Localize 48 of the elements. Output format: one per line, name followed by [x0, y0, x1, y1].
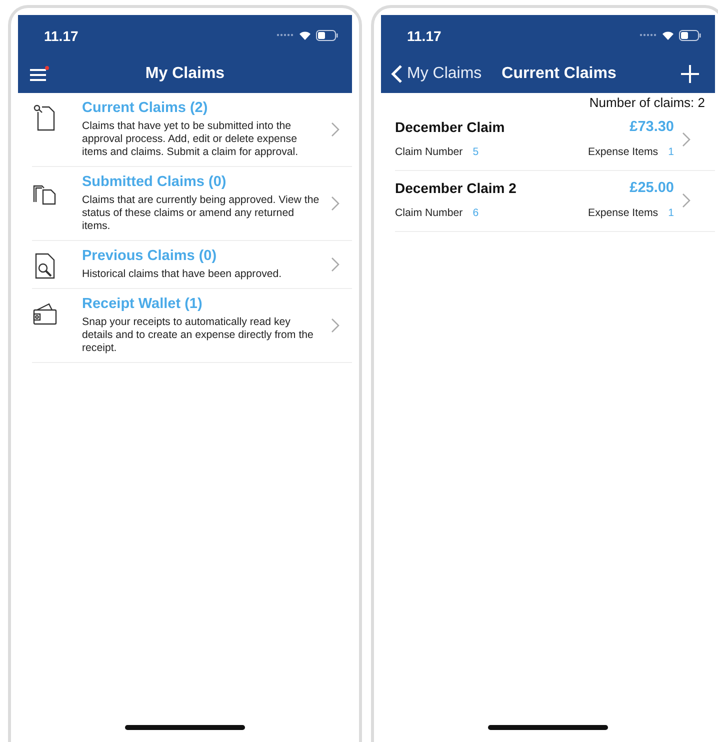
battery-icon — [316, 30, 338, 40]
claim-amount: £73.30 — [630, 119, 674, 135]
back-button[interactable]: My Claims — [391, 64, 482, 84]
item-description: Historical claims that have been approved. — [82, 268, 283, 281]
claim-number: 5 — [472, 146, 479, 158]
claim-row[interactable]: December Claim 2 £25.00 Claim Number 6 Expense Items 1 — [395, 171, 715, 232]
menu-item[interactable]: Previous Claims (0) Historical claims that have been approved. — [32, 241, 352, 289]
signal-icon — [639, 33, 657, 37]
chevron-icon — [682, 192, 691, 208]
wifi-icon — [299, 30, 311, 40]
expense-items-label: Expense Items — [588, 146, 658, 158]
screen-title: My Claims — [144, 65, 226, 83]
plus-icon — [681, 65, 699, 83]
chevron-icon — [331, 196, 340, 211]
item-description: Claims that have yet to be submitted into the approval process. Add, edit or delete expense items and claims. Submit a claim for approval. — [82, 120, 300, 159]
claim-number-label: Claim Number — [395, 146, 463, 158]
chevron-icon — [682, 132, 691, 146]
menu-item[interactable]: Receipt Wallet (1) Snap your receipts to automatically read key details and to create an expense directly from the receipt. — [32, 289, 352, 363]
item-title: Submitted Claims (0) — [82, 174, 228, 190]
claim-amount: £25.00 — [630, 180, 674, 196]
expense-items-count: 1 — [668, 207, 674, 219]
claim-row[interactable]: December Claim £73.30 Claim Number 5 Expense Items 1 — [395, 110, 715, 171]
signal-icon — [276, 33, 294, 37]
back-chevron-icon — [391, 64, 403, 84]
menu-icon — [29, 69, 47, 81]
expense-items-label: Expense Items — [588, 207, 658, 219]
wifi-icon — [662, 30, 674, 40]
item-title: Previous Claims (0) — [82, 248, 218, 264]
item-description: Snap your receipts to automatically read key details and to create an expense directly from the receipt. — [82, 316, 314, 355]
claim-name: December Claim 2 — [395, 180, 516, 196]
add-button[interactable] — [681, 65, 699, 83]
expense-items-count: 1 — [668, 146, 674, 158]
status-time: 11.17 — [44, 28, 78, 44]
screen-title: Current Claims — [502, 65, 616, 83]
status-time: 11.17 — [407, 28, 442, 44]
battery-icon — [679, 30, 701, 40]
claims-count: Number of claims: 2 — [589, 95, 705, 110]
chevron-icon — [331, 122, 340, 137]
claim-number: 6 — [472, 207, 479, 219]
item-title: Current Claims (2) — [82, 100, 209, 116]
menu-item[interactable]: Current Claims (2) Claims that have yet to be submitted into the approval process. Add, edit or delete expense items and claims. Submit a claim for approval. — [32, 93, 352, 167]
menu-item[interactable]: Submitted Claims (0) Claims that are currently being approved. View the status of these claims or amend any returned items. — [32, 167, 352, 241]
chevron-icon — [331, 257, 340, 272]
item-title: Receipt Wallet (1) — [82, 296, 204, 312]
claim-number-label: Claim Number — [395, 207, 463, 219]
chevron-icon — [331, 318, 340, 333]
claim-name: December Claim — [395, 119, 505, 135]
item-description: Claims that are currently being approved. View the status of these claims or amend any returned items. — [82, 194, 320, 233]
